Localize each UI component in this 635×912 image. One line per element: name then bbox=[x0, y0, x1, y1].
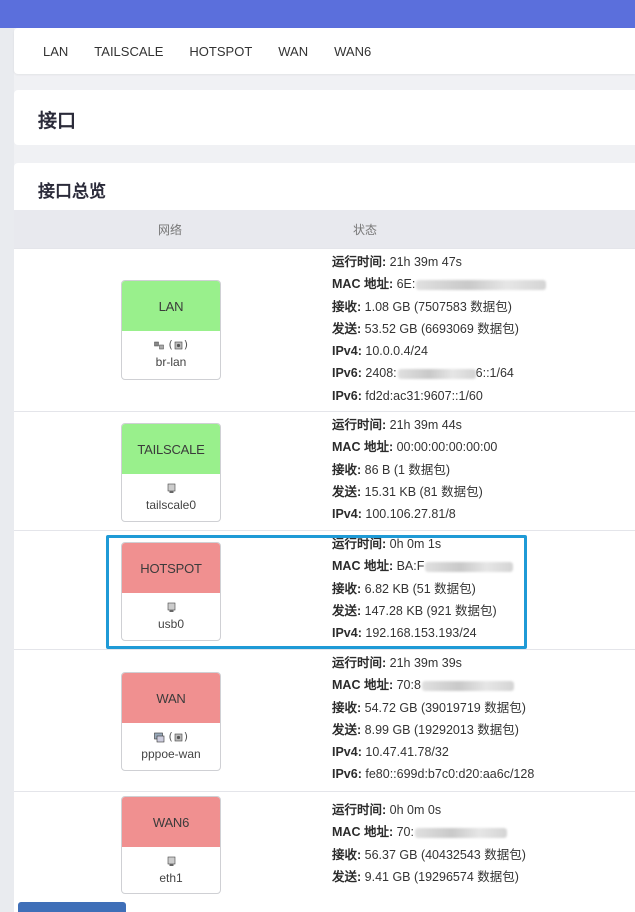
table-row-tailscale: TAILSCALE tailscale0 运行时间: 21h 39m 44s M… bbox=[14, 411, 635, 530]
interface-card-hotspot[interactable]: HOTSPOT usb0 bbox=[121, 542, 221, 641]
page-title-panel: 接口 bbox=[14, 90, 635, 145]
interface-badge-lan: LAN bbox=[122, 281, 220, 331]
interface-badge-wan6: WAN6 bbox=[122, 797, 220, 847]
ethernet-icon bbox=[122, 599, 220, 615]
device-name-wan: pppoe-wan bbox=[141, 747, 201, 761]
section-title: 接口总览 bbox=[38, 182, 106, 202]
device-name-hotspot: usb0 bbox=[157, 617, 185, 631]
device-name-wan6: eth1 bbox=[159, 871, 183, 885]
interface-badge-wan: WAN bbox=[122, 673, 220, 723]
interface-badge-hotspot: HOTSPOT bbox=[122, 543, 220, 593]
status-wan: 运行时间: 21h 39m 39s MAC 地址: 70:8 接收: 54.72… bbox=[332, 656, 535, 782]
status-wan6: 运行时间: 0h 0m 0s MAC 地址: 70: 接收: 56.37 GB … bbox=[332, 803, 526, 884]
column-header-status: 状态 bbox=[353, 223, 378, 237]
status-hotspot: 运行时间: 0h 0m 1s MAC 地址: BA:F 接收: 6.82 KB … bbox=[332, 533, 514, 644]
bottom-action-button[interactable] bbox=[18, 902, 126, 912]
table-row-lan: LAN () br-lan 运行时间: 21h 39m 47s MAC 地址: … bbox=[14, 248, 635, 411]
interface-card-tailscale[interactable]: TAILSCALE tailscale0 bbox=[121, 423, 221, 522]
ethernet-icon bbox=[122, 480, 220, 496]
interface-card-lan[interactable]: LAN () br-lan bbox=[121, 280, 221, 380]
tab-wan6[interactable]: WAN6 bbox=[334, 44, 371, 59]
table-row-wan6: WAN6 eth1 运行时间: 0h 0m 0s MAC 地址: 70: 接收:… bbox=[14, 791, 635, 912]
tab-wan[interactable]: WAN bbox=[278, 44, 308, 59]
interface-card-wan[interactable]: WAN () pppoe-wan bbox=[121, 672, 221, 771]
tab-lan[interactable]: LAN bbox=[43, 44, 68, 59]
left-sidebar-strip bbox=[0, 28, 14, 912]
column-header-network: 网络 bbox=[158, 223, 183, 237]
bridge-wifi-icon: () bbox=[122, 337, 220, 353]
interface-card-wan6[interactable]: WAN6 eth1 bbox=[121, 796, 221, 894]
tab-tailscale[interactable]: TAILSCALE bbox=[94, 44, 163, 59]
tab-hotspot[interactable]: HOTSPOT bbox=[189, 44, 252, 59]
status-lan: 运行时间: 21h 39m 47s MAC 地址: 6E: 接收: 1.08 G… bbox=[332, 251, 547, 407]
interface-badge-tailscale: TAILSCALE bbox=[122, 424, 220, 474]
interface-overview-panel: 接口总览 网络 状态 LAN () br-lan 运行时间: 21h 39m 4… bbox=[14, 163, 635, 912]
device-name-lan: br-lan bbox=[155, 355, 187, 369]
ethernet-icon bbox=[122, 853, 220, 869]
table-header: 网络 状态 bbox=[14, 210, 635, 248]
page-title: 接口 bbox=[38, 110, 77, 132]
top-header-bar bbox=[0, 0, 635, 28]
table-row-hotspot: HOTSPOT usb0 运行时间: 0h 0m 1s MAC 地址: BA:F… bbox=[14, 530, 635, 649]
pppoe-wifi-icon: () bbox=[122, 729, 220, 745]
interface-tabs: LAN TAILSCALE HOTSPOT WAN WAN6 bbox=[14, 28, 635, 74]
status-tailscale: 运行时间: 21h 39m 44s MAC 地址: 00:00:00:00:00… bbox=[332, 418, 498, 522]
device-name-tailscale: tailscale0 bbox=[145, 498, 197, 512]
table-row-wan: WAN () pppoe-wan 运行时间: 21h 39m 39s MAC 地… bbox=[14, 649, 635, 791]
